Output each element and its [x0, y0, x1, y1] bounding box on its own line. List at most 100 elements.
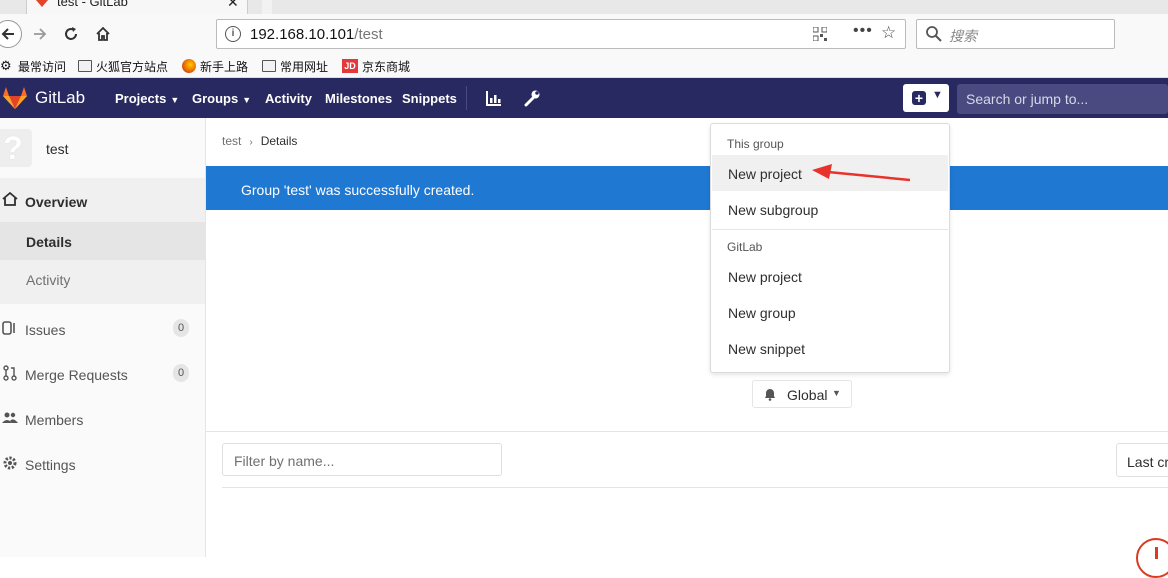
sidebar: ? test Overview Details Activity Issues …	[0, 118, 206, 557]
flash-notice: Group 'test' was successfully created.	[206, 166, 1168, 210]
close-tab-icon[interactable]: ✕	[227, 0, 239, 11]
dropdown-item-label: New project	[728, 269, 802, 285]
merge-requests-count-badge: 0	[173, 364, 189, 382]
bookmark-label: 常用网址	[280, 59, 329, 74]
search-placeholder: 搜索	[949, 28, 977, 44]
browser-tab-second[interactable]	[262, 0, 272, 14]
breadcrumb: test › Details	[222, 134, 297, 148]
sidebar-item-merge-requests[interactable]: Merge Requests 0	[0, 354, 205, 394]
reload-icon	[65, 27, 77, 40]
gitlab-brand[interactable]: GitLab	[35, 88, 85, 108]
divider	[206, 431, 1168, 432]
dropdown-item-new-subgroup[interactable]: New subgroup	[712, 191, 948, 227]
chevron-down-icon: ▼	[932, 89, 943, 101]
dropdown-item-new-snippet[interactable]: New snippet	[712, 330, 948, 366]
nav-groups[interactable]: Groups ▼	[192, 91, 251, 106]
dropdown-item-label: New subgroup	[728, 202, 819, 218]
jd-icon: JD	[342, 59, 358, 73]
sort-dropdown-button[interactable]: Last created	[1116, 443, 1168, 477]
browser-tab[interactable]: test - GitLab ✕	[26, 0, 248, 14]
dropdown-item-label: New group	[728, 305, 796, 321]
url-path: /test	[354, 26, 383, 43]
nav-milestones[interactable]: Milestones	[325, 91, 392, 106]
nav-activity[interactable]: Activity	[265, 91, 312, 106]
gitlab-logo-icon[interactable]	[2, 86, 28, 110]
issues-count-badge: 0	[173, 319, 189, 337]
bookmark-firefox-site[interactable]: 火狐官方站点	[78, 57, 168, 75]
dropdown-item-new-group[interactable]: New group	[712, 294, 948, 330]
forward-button[interactable]	[26, 20, 54, 48]
tab-title: test - GitLab	[57, 0, 128, 9]
browser-tab-strip: test - GitLab ✕	[0, 0, 1168, 14]
alert-bar	[1155, 547, 1158, 559]
sidebar-item-issues[interactable]: Issues 0	[0, 309, 205, 349]
dropdown-header-gitlab: GitLab	[727, 240, 763, 254]
url-bar[interactable]: i 192.168.10.101/test ••• ☆	[216, 19, 906, 49]
nav-snippets[interactable]: Snippets	[402, 91, 457, 106]
bookmark-label: 新手上路	[200, 59, 249, 74]
bookmark-most-visited[interactable]: ⚙ 最常访问	[0, 57, 66, 75]
wrench-icon[interactable]	[523, 89, 541, 107]
gear-icon: ⚙	[0, 58, 12, 73]
home-button[interactable]	[89, 20, 117, 48]
sidebar-item-label: Settings	[25, 457, 76, 473]
bookmark-label: 火狐官方站点	[96, 59, 169, 74]
folder-icon	[78, 60, 92, 72]
sidebar-item-members[interactable]: Members	[0, 399, 205, 439]
browser-search-box[interactable]: 搜索	[916, 19, 1115, 49]
arrow-right-icon	[34, 28, 47, 40]
bookmarks-bar: ⚙ 最常访问 火狐官方站点 新手上路 常用网址 JD 京东商城	[0, 54, 1168, 78]
nav-label: Activity	[265, 91, 312, 106]
bookmark-label: 最常访问	[18, 59, 67, 74]
dropdown-item-new-project[interactable]: New project	[712, 258, 948, 294]
firefox-icon	[182, 59, 196, 73]
more-actions-icon[interactable]: •••	[853, 22, 873, 40]
sidebar-subitem-activity[interactable]: Activity	[0, 260, 205, 300]
bookmark-jd[interactable]: JD 京东商城	[342, 57, 410, 75]
chevron-down-icon: ▼	[242, 95, 252, 105]
plus-square-icon: +	[912, 91, 926, 105]
reload-button[interactable]	[57, 20, 85, 48]
gitlab-favicon-icon	[36, 0, 48, 7]
filter-by-name-input[interactable]: Filter by name...	[222, 443, 502, 476]
back-button[interactable]	[0, 20, 22, 48]
breadcrumb-link-group[interactable]: test	[222, 134, 241, 148]
url-text: 192.168.10.101/test	[250, 26, 383, 43]
search-icon	[926, 26, 942, 42]
sidebar-item-settings[interactable]: Settings	[0, 444, 205, 484]
new-item-button[interactable]: + ▼	[903, 84, 949, 112]
merge-request-icon	[3, 365, 17, 381]
nav-projects[interactable]: Projects ▼	[115, 91, 179, 106]
dropdown-divider	[712, 229, 948, 230]
filter-placeholder: Filter by name...	[234, 453, 335, 469]
nav-label: Milestones	[325, 91, 393, 106]
group-avatar[interactable]: ?	[0, 129, 32, 167]
group-name[interactable]: test	[46, 141, 69, 157]
bookmark-common-sites[interactable]: 常用网址	[262, 57, 328, 75]
chevron-right-icon: ›	[249, 137, 253, 148]
sidebar-subitem-label: Activity	[26, 272, 71, 288]
issues-icon	[2, 321, 15, 335]
sidebar-subitem-details[interactable]: Details	[0, 222, 205, 260]
notification-level-label: Global	[787, 387, 828, 403]
info-icon[interactable]: i	[225, 26, 241, 42]
dropdown-header-this-group: This group	[727, 137, 784, 151]
home-icon	[96, 26, 110, 41]
bell-icon	[765, 389, 775, 401]
star-bookmark-icon[interactable]: ☆	[881, 23, 896, 43]
breadcrumb-current[interactable]: Details	[261, 134, 298, 148]
sidebar-item-label: Issues	[25, 322, 66, 338]
notification-level-button[interactable]: Global ▼	[752, 380, 852, 408]
nav-label: Projects	[115, 91, 167, 106]
chart-icon[interactable]	[485, 89, 503, 107]
sidebar-item-label: Overview	[25, 194, 88, 210]
alert-circle-icon	[1136, 538, 1168, 578]
sidebar-subitem-label: Details	[26, 234, 72, 250]
sidebar-item-label: Merge Requests	[25, 367, 128, 383]
bookmark-getting-started[interactable]: 新手上路	[182, 57, 248, 75]
qr-code-icon[interactable]	[813, 27, 827, 41]
gitlab-search-input[interactable]: Search or jump to...	[957, 84, 1168, 114]
sidebar-item-overview[interactable]: Overview	[0, 178, 205, 222]
sidebar-item-label: Members	[25, 412, 84, 428]
dropdown-item-label: New snippet	[728, 341, 806, 357]
